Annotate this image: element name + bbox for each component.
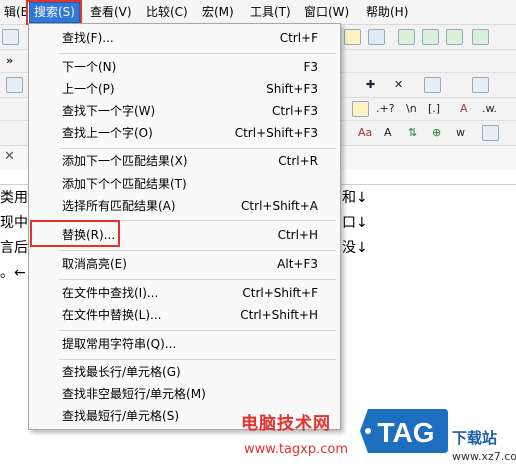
close-icon[interactable]: ✕	[4, 149, 15, 164]
menu-separator	[59, 279, 336, 280]
menu-separator	[59, 148, 336, 149]
chevron-right-icon[interactable]: »	[6, 53, 13, 69]
menu-item-add-next-match[interactable]: 添加下一个匹配结果(X)	[62, 153, 188, 169]
shortcut-replace: Ctrl+H	[277, 228, 318, 242]
menu-separator	[59, 53, 336, 54]
menu-item-select-all-matches[interactable]: 选择所有匹配结果(A)	[62, 198, 176, 214]
watermark-site-name: 电脑技术网	[241, 414, 331, 434]
shortcut-find-next: F3	[303, 60, 318, 74]
watermark-download-url: www.xz7.com	[452, 450, 516, 463]
menu-separator	[59, 250, 336, 251]
merge-icon[interactable]	[422, 29, 439, 45]
plus-icon[interactable]: ✚	[366, 77, 375, 93]
editor-line: 类用	[0, 190, 28, 206]
shortcut-find-previous-word: Ctrl+Shift+F3	[234, 126, 318, 140]
font-icon[interactable]: A	[384, 125, 392, 141]
menu-separator	[59, 330, 336, 331]
shortcut-select-all-matches: Ctrl+Shift+A	[241, 199, 318, 213]
menu-separator	[59, 359, 336, 360]
filter-icon[interactable]	[368, 29, 385, 45]
menu-item-find-in-files[interactable]: 在文件中查找(I)...	[62, 285, 158, 301]
word-icon[interactable]: .w.	[482, 101, 497, 117]
menu-item-add-next-next-match[interactable]: 添加下个个匹配结果(T)	[62, 176, 187, 192]
tag-logo-icon: TAG	[360, 409, 448, 453]
menu-tools[interactable]: 工具(T)	[246, 3, 295, 21]
compare-icon[interactable]	[398, 29, 415, 45]
editor-line: 。←	[0, 265, 26, 281]
swap-icon[interactable]: ⇅	[408, 125, 417, 141]
shortcut-clear-highlight: Alt+F3	[277, 257, 318, 271]
editor-line-end: 口↓	[342, 215, 368, 231]
annotation-box-replace	[30, 220, 120, 247]
menu-macro[interactable]: 宏(M)	[198, 3, 238, 21]
bookmark-icon[interactable]: ⊕	[432, 125, 441, 141]
export-icon[interactable]	[472, 29, 489, 45]
editor-line-end: 和↓	[342, 190, 368, 206]
menu-view[interactable]: 查看(V)	[86, 3, 136, 21]
menu-item-clear-highlight[interactable]: 取消高亮(E)	[62, 256, 127, 272]
match-case-icon[interactable]: Aa	[358, 125, 372, 141]
menu-compare[interactable]: 比较(C)	[142, 3, 192, 21]
menu-help[interactable]: 帮助(H)	[362, 3, 412, 21]
menu-item-find-previous-word[interactable]: 查找上一个字(O)	[62, 125, 153, 141]
shortcut-find-next-word: Ctrl+F3	[272, 104, 318, 118]
menu-item-find[interactable]: 查找(F)...	[62, 30, 114, 46]
char-class-icon[interactable]: [.]	[428, 101, 440, 117]
menu-item-find-shortest-nonempty-line[interactable]: 查找非空最短行/单元格(M)	[62, 386, 206, 402]
menu-item-find-next[interactable]: 下一个(N)	[62, 59, 116, 75]
tools-icon[interactable]: ✕	[394, 77, 403, 93]
shortcut-find: Ctrl+F	[279, 31, 318, 45]
menu-item-find-longest-line[interactable]: 查找最长行/单元格(G)	[62, 364, 181, 380]
watermark-site-url: www.tagxp.com	[244, 442, 348, 457]
shortcut-find-in-files: Ctrl+Shift+F	[242, 286, 318, 300]
search-icon[interactable]	[344, 29, 361, 45]
regex-any-icon[interactable]: .+?	[376, 101, 395, 117]
case-icon[interactable]: A	[460, 101, 468, 117]
save-icon[interactable]	[2, 29, 19, 45]
layout-icon[interactable]	[424, 77, 441, 93]
menu-item-replace-in-files[interactable]: 在文件中替换(L)...	[62, 307, 162, 323]
menu-item-extract-strings[interactable]: 提取常用字符串(Q)...	[62, 336, 176, 352]
menu-item-find-next-word[interactable]: 查找下一个字(W)	[62, 103, 155, 119]
columns-icon[interactable]	[472, 77, 489, 93]
watermark-download-text: 下载站	[452, 429, 498, 447]
menu-item-find-shortest-line[interactable]: 查找最短行/单元格(S)	[62, 408, 179, 424]
wrap-icon[interactable]: w	[456, 125, 465, 141]
menu-window[interactable]: 窗口(W)	[300, 3, 353, 21]
tag-logo-text: TAG	[377, 417, 434, 448]
editor-line-end: 没↓	[342, 240, 368, 256]
shortcut-find-previous: Shift+F3	[266, 82, 318, 96]
shortcut-replace-in-files: Ctrl+Shift+H	[240, 308, 318, 322]
menu-item-find-previous[interactable]: 上一个(P)	[62, 81, 115, 97]
newline-icon[interactable]: \n	[406, 101, 417, 117]
shortcut-add-next-match: Ctrl+R	[278, 154, 318, 168]
annotation-box-search-menu	[26, 0, 82, 25]
editor-line: 现中	[0, 215, 28, 231]
grid-icon[interactable]	[6, 77, 23, 93]
sync-icon[interactable]	[446, 29, 463, 45]
editor-line: 言后	[0, 240, 28, 256]
panel-icon[interactable]	[482, 125, 499, 141]
find-icon[interactable]	[352, 101, 369, 117]
